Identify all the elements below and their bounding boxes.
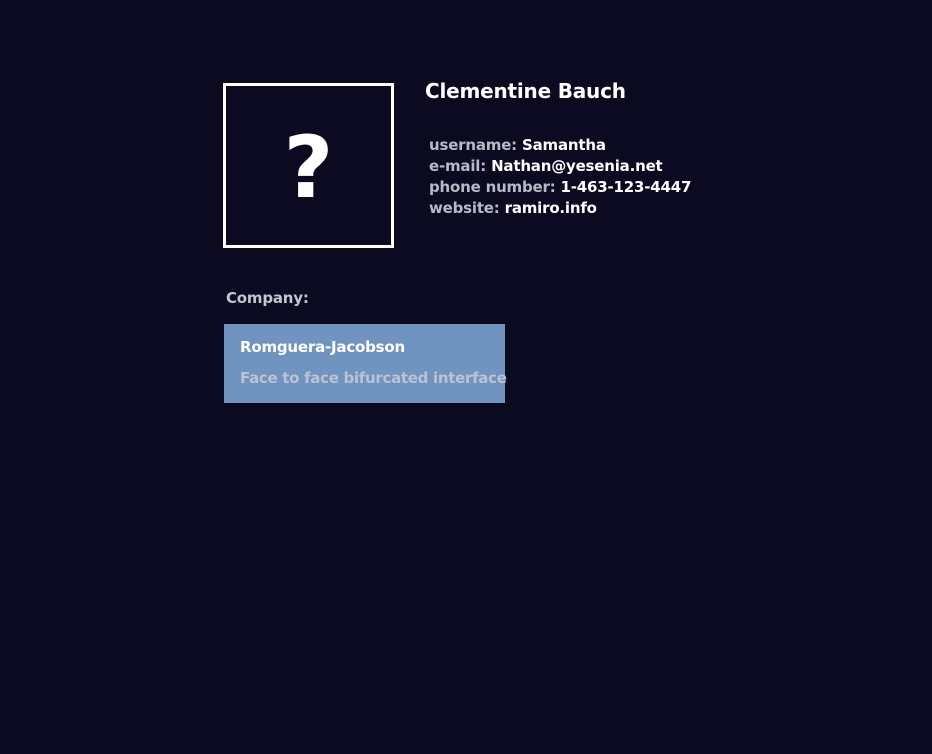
company-name: Romguera-Jacobson [240,338,405,356]
detail-value: Nathan@yesenia.net [491,157,663,175]
user-details-list: username: Samantha e-mail: Nathan@yeseni… [429,135,691,219]
company-catch-phrase: Face to face bifurcated interface [240,369,507,387]
detail-value: ramiro.info [504,199,597,217]
user-profile-page: ? Clementine Bauch username: Samantha e-… [0,0,932,754]
detail-website: website: ramiro.info [429,198,691,219]
detail-phone: phone number: 1-463-123-4447 [429,177,691,198]
detail-value: Samantha [522,136,606,154]
company-card: Romguera-Jacobson Face to face bifurcate… [224,324,507,403]
detail-label: phone number: [429,178,556,196]
detail-label: e-mail: [429,157,487,175]
detail-label: username: [429,136,517,154]
user-name: Clementine Bauch [425,79,626,103]
question-mark-icon: ? [283,117,334,218]
detail-username: username: Samantha [429,135,691,156]
company-heading: Company: [226,289,309,307]
detail-value: 1-463-123-4447 [560,178,692,196]
detail-email: e-mail: Nathan@yesenia.net [429,156,691,177]
detail-label: website: [429,199,500,217]
avatar: ? [223,83,394,248]
